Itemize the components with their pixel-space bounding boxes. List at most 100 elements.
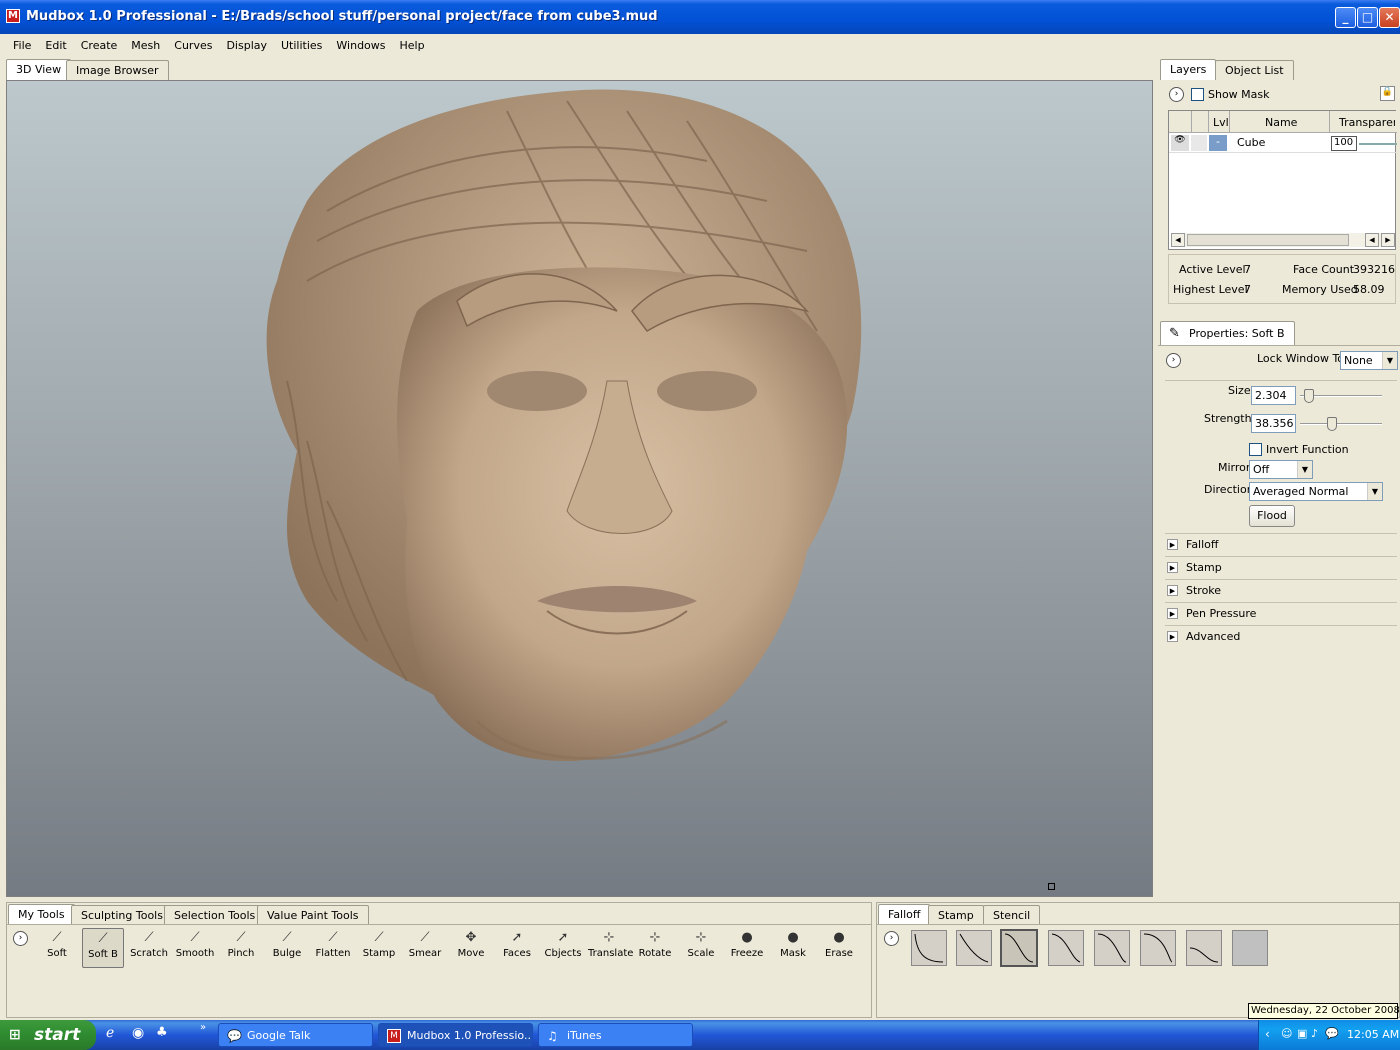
tool-soft-b[interactable]: ⟋ Soft B xyxy=(82,928,124,968)
expand-options-icon[interactable]: › xyxy=(884,931,899,946)
flood-button[interactable]: Flood xyxy=(1249,505,1295,527)
tab-properties[interactable]: ✎ Properties: Soft B xyxy=(1160,321,1295,345)
scroll-right-icon[interactable]: ▶ xyxy=(1381,233,1395,247)
strength-slider[interactable] xyxy=(1300,417,1382,431)
invert-function-checkbox[interactable] xyxy=(1249,442,1262,456)
tool-smooth[interactable]: ⟋ Smooth xyxy=(174,928,216,968)
maximize-button[interactable]: □ xyxy=(1357,7,1378,28)
section-falloff[interactable]: ▶ Falloff xyxy=(1165,533,1397,555)
menu-windows[interactable]: Windows xyxy=(329,39,392,52)
falloff-preset-1[interactable] xyxy=(911,930,947,966)
menu-create[interactable]: Create xyxy=(74,39,125,52)
scroll-left-icon[interactable]: ◀ xyxy=(1171,233,1185,247)
chat-tray-icon[interactable]: 💬 xyxy=(1325,1027,1339,1040)
resize-handle[interactable] xyxy=(1048,883,1055,890)
layer-transparency-field[interactable]: 100 xyxy=(1331,136,1357,151)
lock-icon[interactable]: 🔒 xyxy=(1380,86,1395,101)
size-slider[interactable] xyxy=(1300,389,1382,403)
scroll-left-icon[interactable]: ◀ xyxy=(1365,233,1379,247)
col-name[interactable]: Name xyxy=(1265,116,1297,129)
mudbox-app-icon[interactable]: M xyxy=(6,9,20,23)
tray-expand-icon[interactable]: ‹ xyxy=(1265,1027,1270,1041)
table-row[interactable]: 👁 - Cube 100 xyxy=(1169,133,1397,153)
section-pen-pressure[interactable]: ▶ Pen Pressure xyxy=(1165,602,1397,624)
tool-bulge[interactable]: ⟋ Bulge xyxy=(266,928,308,968)
strength-slider-thumb[interactable] xyxy=(1327,417,1338,431)
scroll-thumb[interactable] xyxy=(1187,234,1349,246)
col-transparency[interactable]: Transparency xyxy=(1339,116,1395,129)
expand-options-icon[interactable]: › xyxy=(13,931,28,946)
tool-faces[interactable]: ➚ Faces xyxy=(496,928,538,968)
expand-options-icon[interactable]: › xyxy=(1169,87,1184,102)
tool-soft[interactable]: ⟋ Soft xyxy=(36,928,78,968)
tool-pinch[interactable]: ⟋ Pinch xyxy=(220,928,262,968)
tool-flatten[interactable]: ⟋ Flatten xyxy=(312,928,354,968)
tab-stamp[interactable]: Stamp xyxy=(928,905,984,925)
tool-freeze[interactable]: ● Freeze xyxy=(726,928,768,968)
minimize-button[interactable]: _ xyxy=(1335,7,1356,28)
horizontal-scrollbar[interactable]: ◀ ◀ ▶ xyxy=(1171,233,1395,247)
tool-cbjects[interactable]: ➚ Cbjects xyxy=(542,928,584,968)
falloff-preset-5[interactable] xyxy=(1094,930,1130,966)
tool-smear[interactable]: ⟋ Smear xyxy=(404,928,446,968)
tab-image-browser[interactable]: Image Browser xyxy=(66,60,169,80)
section-advanced[interactable]: ▶ Advanced xyxy=(1165,625,1397,647)
tab-value-paint-tools[interactable]: Value Paint Tools xyxy=(257,905,369,925)
tab-my-tools[interactable]: My Tools xyxy=(8,904,75,925)
menu-display[interactable]: Display xyxy=(219,39,274,52)
section-stamp[interactable]: ▶ Stamp xyxy=(1165,556,1397,578)
menu-help[interactable]: Help xyxy=(393,39,432,52)
tab-3d-view[interactable]: 3D View xyxy=(6,59,72,80)
tool-erase[interactable]: ● Erase xyxy=(818,928,860,968)
tool-scale[interactable]: ⊹ Scale xyxy=(680,928,722,968)
expand-options-icon[interactable]: › xyxy=(1166,353,1181,368)
size-slider-thumb[interactable] xyxy=(1303,389,1314,403)
falloff-preset-8[interactable] xyxy=(1232,930,1268,966)
tool-scratch[interactable]: ⟋ Scratch xyxy=(128,928,170,968)
taskbar-item-mudbox[interactable]: M Mudbox 1.0 Professio... xyxy=(378,1023,533,1047)
lock-layer-icon[interactable] xyxy=(1191,135,1207,151)
tool-translate[interactable]: ⊹ Translate xyxy=(588,928,633,968)
messenger-icon[interactable]: ♣ xyxy=(156,1025,168,1040)
falloff-preset-4[interactable] xyxy=(1048,930,1084,966)
menu-file[interactable]: File xyxy=(6,39,38,52)
section-stroke[interactable]: ▶ Stroke xyxy=(1165,579,1397,601)
tool-move[interactable]: ✥ Move xyxy=(450,928,492,968)
lock-window-select[interactable]: None ▼ xyxy=(1340,351,1398,370)
start-button[interactable]: ⊞ start xyxy=(0,1020,96,1050)
user-icon[interactable]: ☺ xyxy=(1281,1027,1292,1040)
tab-selection-tools[interactable]: Selection Tools xyxy=(164,905,266,925)
menu-mesh[interactable]: Mesh xyxy=(124,39,167,52)
falloff-preset-3[interactable] xyxy=(1000,929,1038,967)
close-button[interactable]: ✕ xyxy=(1379,7,1400,28)
tool-mask[interactable]: ● Mask xyxy=(772,928,814,968)
show-mask-checkbox[interactable] xyxy=(1191,87,1204,101)
falloff-preset-7[interactable] xyxy=(1186,930,1222,966)
menu-utilities[interactable]: Utilities xyxy=(274,39,329,52)
network-icon[interactable]: ▣ xyxy=(1297,1027,1307,1040)
tab-stencil[interactable]: Stencil xyxy=(983,905,1041,925)
3d-viewport[interactable] xyxy=(6,80,1153,897)
taskbar-item-itunes[interactable]: ♫ iTunes xyxy=(538,1023,693,1047)
falloff-preset-2[interactable] xyxy=(956,930,992,966)
media-player-icon[interactable]: ◉ xyxy=(132,1025,144,1041)
tab-object-list[interactable]: Object List xyxy=(1215,60,1294,80)
volume-icon[interactable]: ♪ xyxy=(1311,1027,1318,1040)
tab-layers[interactable]: Layers xyxy=(1160,59,1217,80)
clock[interactable]: 12:05 AM xyxy=(1347,1028,1399,1041)
tab-sculpting-tools[interactable]: Sculpting Tools xyxy=(71,905,173,925)
ie-icon[interactable]: ℯ xyxy=(106,1025,114,1041)
menu-curves[interactable]: Curves xyxy=(167,39,219,52)
strength-field[interactable]: 38.356 xyxy=(1251,414,1296,433)
col-lvl[interactable]: Lvl xyxy=(1213,116,1229,129)
taskbar-item-google-talk[interactable]: 💬 Google Talk xyxy=(218,1023,373,1047)
size-field[interactable]: 2.304 xyxy=(1251,386,1296,405)
eye-icon[interactable]: 👁 xyxy=(1171,135,1189,151)
falloff-preset-6[interactable] xyxy=(1140,930,1176,966)
quick-launch-chevron-icon[interactable]: » xyxy=(200,1022,206,1033)
tool-rotate[interactable]: ⊹ Rotate xyxy=(634,928,676,968)
tab-falloff[interactable]: Falloff xyxy=(878,904,931,925)
mirror-select[interactable]: Off ▼ xyxy=(1249,460,1313,479)
direction-select[interactable]: Averaged Normal ▼ xyxy=(1249,482,1383,501)
layer-name[interactable]: Cube xyxy=(1237,136,1265,149)
